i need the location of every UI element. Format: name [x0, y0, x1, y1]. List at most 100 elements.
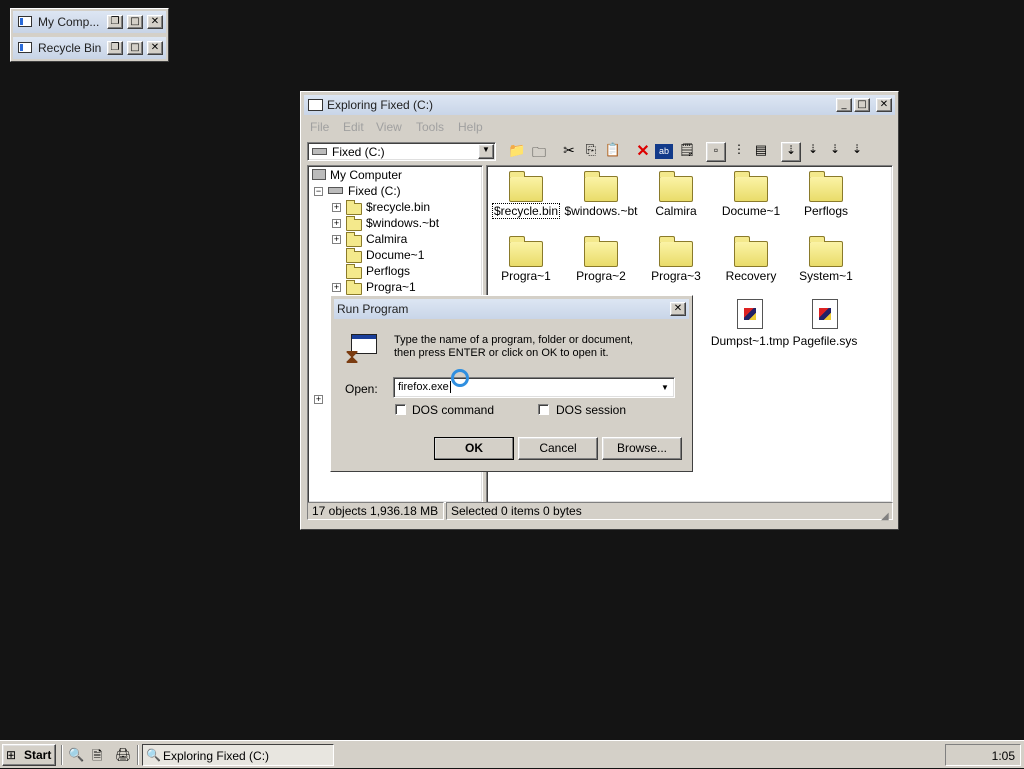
close-button[interactable]: ✕: [147, 41, 163, 55]
restore-button[interactable]: ❐: [107, 41, 123, 55]
tree-item-windows-bt[interactable]: $windows.~bt: [366, 216, 439, 230]
paste-icon[interactable]: 📋: [603, 142, 623, 162]
close-button[interactable]: ✕: [670, 302, 686, 316]
restore-button[interactable]: ❐: [107, 15, 123, 29]
title-bar[interactable]: Run Program ✕: [334, 299, 689, 319]
sort-by-name-icon[interactable]: ⇣: [781, 142, 801, 162]
dos-command-label: DOS command: [412, 403, 495, 417]
menu-help[interactable]: Help: [458, 120, 483, 134]
resize-grip-icon[interactable]: ◢: [881, 511, 889, 522]
task-button-explorer[interactable]: 🔍 Exploring Fixed (C:): [142, 744, 334, 766]
expand-icon[interactable]: +: [332, 283, 341, 292]
delete-icon[interactable]: ✕: [633, 141, 653, 161]
tree-item-fixed-c[interactable]: Fixed (C:): [348, 184, 401, 198]
drive-icon: [312, 148, 327, 155]
computer-icon: [312, 169, 326, 180]
tree-item-my-computer[interactable]: My Computer: [330, 168, 402, 182]
sort-by-type-icon[interactable]: ⇣: [803, 142, 823, 162]
drive-combo[interactable]: Fixed (C:) ▼: [307, 142, 496, 161]
cut-icon[interactable]: ✂: [559, 142, 579, 162]
tree-item-calmira[interactable]: Calmira: [366, 232, 407, 246]
window-title: Exploring Fixed (C:): [327, 98, 434, 112]
clock[interactable]: 1:05: [992, 749, 1015, 763]
minimize-button[interactable]: _: [836, 98, 852, 112]
menu-file[interactable]: File: [310, 120, 329, 134]
expand-icon[interactable]: +: [332, 203, 341, 212]
maximize-button[interactable]: □: [854, 98, 870, 112]
large-icons-view-icon[interactable]: ▫: [706, 142, 726, 162]
chevron-down-icon[interactable]: ▼: [478, 144, 494, 159]
rename-icon[interactable]: ab: [655, 144, 673, 159]
expand-icon[interactable]: +: [332, 235, 341, 244]
small-icons-view-icon[interactable]: ⋮: [729, 142, 749, 162]
tree-item-progra1[interactable]: Progra~1: [366, 280, 416, 294]
tree-item-documents[interactable]: Docume~1: [366, 248, 424, 262]
close-button[interactable]: ✕: [876, 98, 892, 112]
taskbar: ⊞ Start 🔍 🗎 🖨 🔍 Exploring Fixed (C:) 1:0…: [0, 740, 1024, 768]
dos-command-checkbox[interactable]: [395, 404, 406, 415]
folder-icon[interactable]: [659, 236, 693, 267]
maximize-button[interactable]: □: [127, 15, 143, 29]
window-icon: [18, 16, 32, 27]
file-icon[interactable]: [812, 299, 838, 329]
open-input[interactable]: firefox.exe: [398, 381, 451, 393]
chevron-down-icon[interactable]: ▼: [657, 379, 673, 396]
up-folder-icon[interactable]: 📁: [507, 142, 527, 162]
file-item-label[interactable]: System~1: [781, 269, 871, 283]
dos-session-label: DOS session: [556, 403, 627, 417]
instruction-line-1: Type the name of a program, folder or do…: [394, 334, 634, 346]
cancel-button[interactable]: Cancel: [518, 437, 598, 460]
folder-icon[interactable]: [509, 171, 543, 202]
folder-icon[interactable]: [509, 236, 543, 267]
title-bar[interactable]: Exploring Fixed (C:) _ □ ✕: [304, 95, 895, 115]
new-folder-icon[interactable]: 🗀: [529, 142, 549, 162]
separator: [61, 745, 63, 765]
folder-icon: [346, 232, 362, 247]
minimized-window-title: My Comp...: [38, 15, 100, 29]
file-item-label[interactable]: Perflogs: [781, 204, 871, 218]
menu-tools[interactable]: Tools: [416, 120, 444, 134]
file-item-label[interactable]: Pagefile.sys: [780, 334, 870, 348]
folder-icon[interactable]: [734, 236, 768, 267]
window-icon: [18, 42, 32, 53]
expand-icon[interactable]: +: [332, 219, 341, 228]
maximize-button[interactable]: □: [127, 41, 143, 55]
explore-shortcut-icon[interactable]: 🔍: [68, 747, 84, 763]
folder-icon[interactable]: [734, 171, 768, 202]
tree-item-recycle-bin[interactable]: $recycle.bin: [366, 200, 430, 214]
open-combo[interactable]: firefox.exe ▼: [393, 377, 675, 398]
properties-icon[interactable]: 🗒: [677, 142, 697, 162]
minimized-windows: My Comp... ❐ □ ✕ Recycle Bin ❐ □ ✕: [10, 8, 169, 62]
separator: [137, 745, 139, 765]
folder-icon[interactable]: [809, 236, 843, 267]
sort-by-date-icon[interactable]: ⇣: [847, 142, 867, 162]
details-view-icon[interactable]: ▤: [751, 142, 771, 162]
drive-combo-value: Fixed (C:): [332, 145, 385, 159]
minimized-window-title: Recycle Bin: [38, 41, 102, 55]
menu-edit[interactable]: Edit: [343, 120, 364, 134]
file-icon[interactable]: [737, 299, 763, 329]
minimized-window-recycle-bin[interactable]: Recycle Bin ❐ □ ✕: [13, 37, 166, 59]
expand-icon[interactable]: +: [314, 395, 323, 404]
start-button[interactable]: ⊞ Start: [2, 744, 56, 766]
printer-shortcut-icon[interactable]: 🖨: [115, 747, 132, 763]
document-shortcut-icon[interactable]: 🗎: [92, 747, 102, 769]
dos-session-checkbox[interactable]: [538, 404, 549, 415]
folder-icon[interactable]: [809, 171, 843, 202]
browse-button[interactable]: Browse...: [602, 437, 682, 460]
collapse-icon[interactable]: −: [314, 187, 323, 196]
folder-icon[interactable]: [584, 236, 618, 267]
sort-by-size-icon[interactable]: ⇣: [825, 142, 845, 162]
folder-icon[interactable]: [659, 171, 693, 202]
folder-icon: [346, 200, 362, 215]
run-program-dialog: Run Program ✕ ⧗ Type the name of a progr…: [330, 295, 693, 472]
ok-button[interactable]: OK: [434, 437, 514, 460]
close-button[interactable]: ✕: [147, 15, 163, 29]
start-label: Start: [24, 748, 52, 762]
folder-icon: [346, 216, 362, 231]
menu-view[interactable]: View: [376, 120, 402, 134]
copy-icon[interactable]: ⎘: [581, 142, 601, 162]
folder-icon[interactable]: [584, 171, 618, 202]
tree-item-perflogs[interactable]: Perflogs: [366, 264, 410, 278]
minimized-window-my-computer[interactable]: My Comp... ❐ □ ✕: [13, 11, 166, 33]
